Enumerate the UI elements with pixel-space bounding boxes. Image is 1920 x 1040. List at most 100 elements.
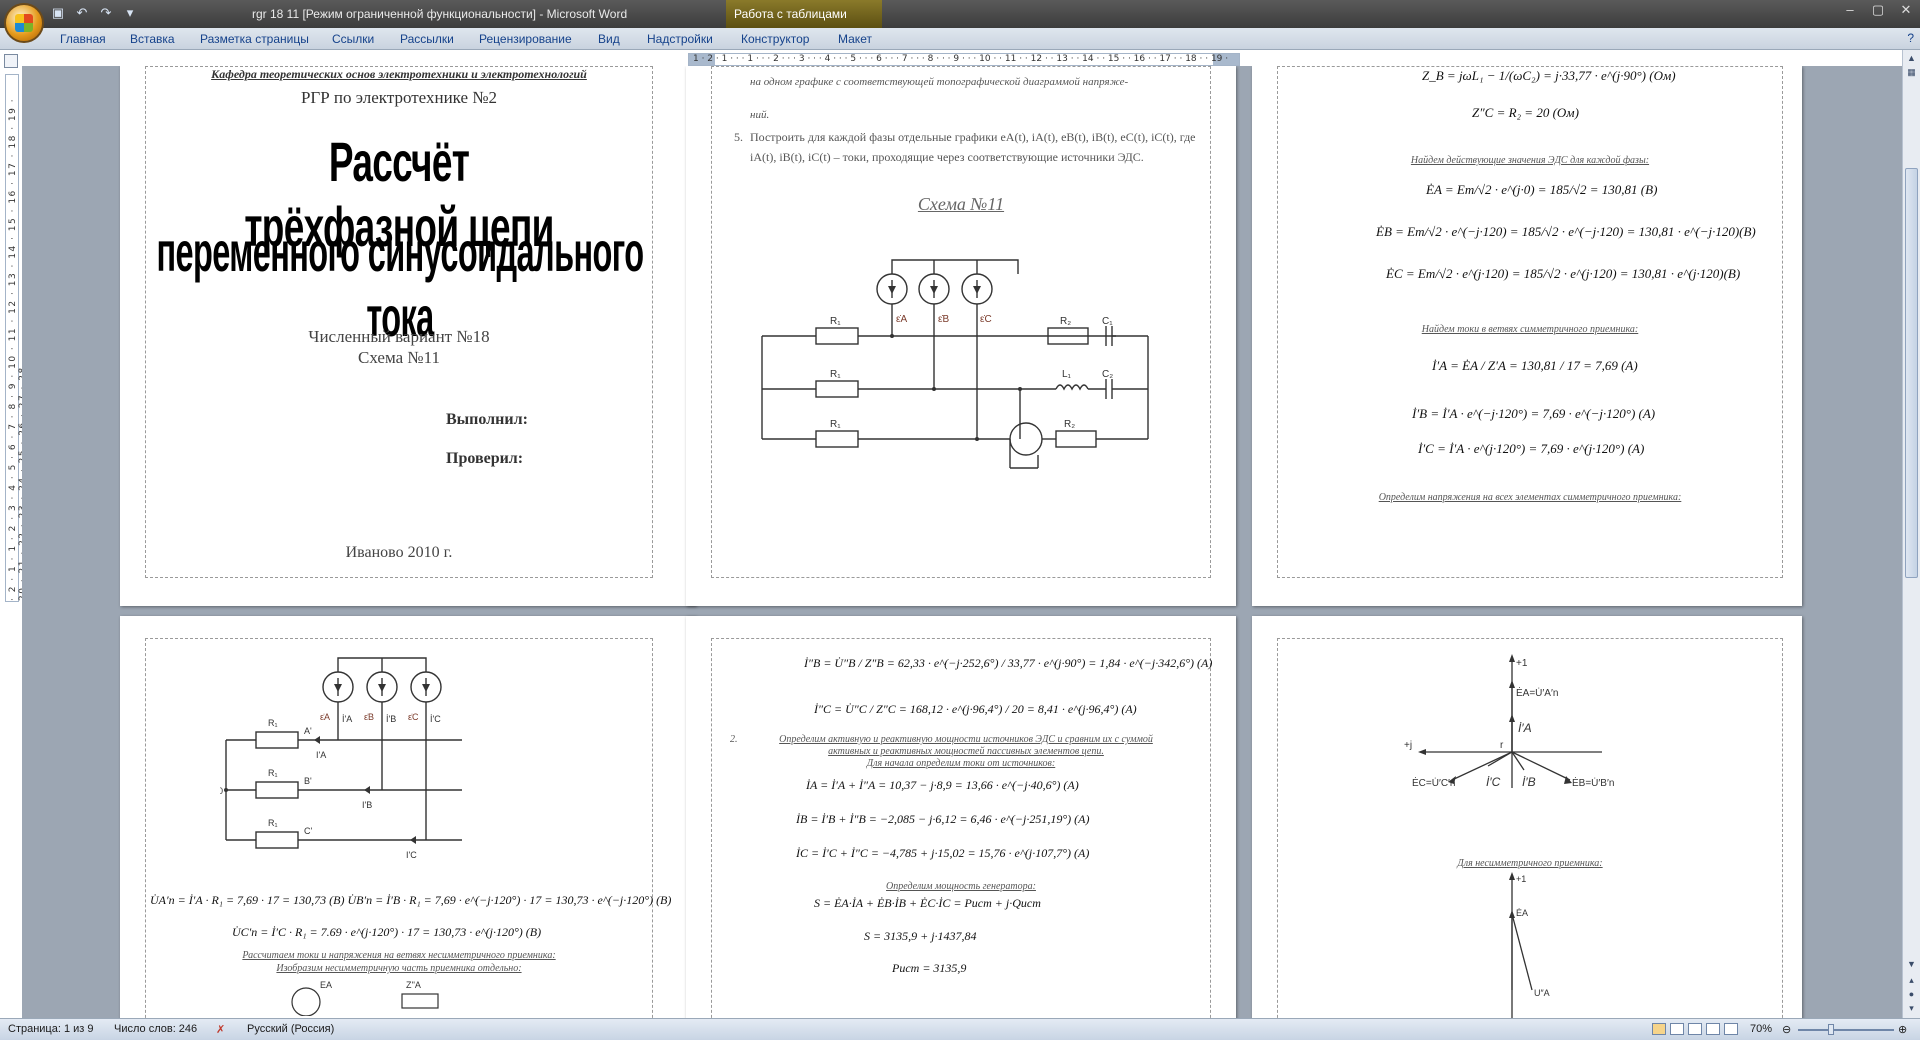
item5-text2: iA(t), iB(t), iC(t) – токи, проходящие ч…	[750, 150, 1144, 164]
scroll-thumb[interactable]	[1905, 168, 1918, 578]
p4-label-n: 0	[220, 786, 223, 796]
p2-label-r1b: R₁	[830, 369, 841, 380]
office-logo-icon	[15, 14, 33, 32]
tab-view[interactable]: Вид	[598, 31, 620, 48]
heading-source-currents: Для начала определим токи от источников:	[866, 758, 1056, 769]
formula-ib-total: İB = İ′B + İ″B = −2,085 − j·6,12 = 6,46 …	[796, 812, 1090, 826]
p2-label-c2: C₂	[1102, 369, 1113, 380]
language[interactable]: Русский (Россия)	[247, 1023, 334, 1035]
proofing-icon[interactable]: ✗	[216, 1023, 225, 1036]
page-4[interactable]: R₁ R₁ R₁ A' B' C' ε̇A ε̇B ε̇C İ'A İ'B İ'…	[120, 616, 696, 1018]
zoom-out-icon[interactable]: ⊖	[1782, 1023, 1791, 1036]
p4-label-r1b: R₁	[268, 768, 278, 778]
formula-ic-total: İC = İ′C + İ″C = −4,785 + j·15,02 = 15,7…	[796, 846, 1090, 860]
formula-ib2: İ″B = U̇″B / Z″B = 62,33 · e^(−j·252,6°)…	[804, 656, 1213, 670]
tab-page-layout[interactable]: Разметка страницы	[200, 31, 309, 48]
p2-label-r2b: R₂	[1064, 419, 1075, 430]
maximize-button[interactable]: ▢	[1864, 0, 1892, 20]
tab-home[interactable]: Главная	[60, 31, 106, 48]
p4-label-icp: I'C	[406, 850, 417, 860]
full-screen-reading-icon[interactable]	[1670, 1023, 1684, 1035]
p4-label-ibp: I'B	[362, 800, 372, 810]
p6b-axis-plus1: +1	[1516, 874, 1526, 884]
page-1[interactable]: Кафедра теоретических основ электротехни…	[120, 66, 696, 606]
word-count[interactable]: Число слов: 246	[114, 1023, 197, 1035]
scheme-title: Схема №11	[917, 194, 1005, 214]
done-by-label: Выполнил:	[446, 411, 528, 428]
heading-generator-power: Определим мощность генератора:	[886, 881, 1036, 892]
draft-view-icon[interactable]	[1724, 1023, 1738, 1035]
p4-label-r1c: R₁	[268, 818, 278, 828]
p4-label-eb: ε̇B	[364, 712, 374, 722]
formula-ucn: U̇C′n = İ′C · R₁ = 7.69 · e^(j·120°) · 1…	[232, 925, 542, 939]
tab-references[interactable]: Ссылки	[332, 31, 374, 48]
page-count[interactable]: Страница: 1 из 9	[8, 1023, 94, 1035]
tab-addins[interactable]: Надстройки	[647, 31, 713, 48]
minimize-button[interactable]: –	[1836, 0, 1864, 20]
undo-icon[interactable]: ↶	[74, 5, 90, 21]
title-bar: ▣ ↶ ↷ ▾ rgr 18 11 [Режим ограниченной фу…	[0, 0, 1920, 28]
print-layout-view-icon[interactable]	[1652, 1023, 1666, 1035]
p2-label-r1a: R₁	[830, 316, 841, 327]
formula-zb: Z_B = jωL₁ − 1/(ωC₂) = j·33,77 · e^(j·90…	[1422, 68, 1676, 83]
tab-mailings[interactable]: Рассылки	[400, 31, 454, 48]
p6-axis-plusj: +j	[1404, 740, 1412, 751]
tab-review[interactable]: Рецензирование	[479, 31, 572, 48]
p2-label-ea: ε̇A	[896, 314, 907, 325]
page-5[interactable]: İ″B = U̇″B / Z″B = 62,33 · e^(−j·252,6°)…	[686, 616, 1236, 1018]
select-browse-object-button[interactable]: ●	[1905, 988, 1918, 1001]
zoom-level[interactable]: 70%	[1750, 1023, 1772, 1035]
circuit-diagram-symmetric: R₁ R₁ R₁ A' B' C' ε̇A ε̇B ε̇C İ'A İ'B İ'…	[220, 657, 462, 860]
tab-insert[interactable]: Вставка	[130, 31, 175, 48]
status-bar: Страница: 1 из 9 Число слов: 246 ✗ Русск…	[0, 1018, 1920, 1040]
p2-label-r2a: R₂	[1060, 316, 1071, 327]
scroll-down-button[interactable]: ▼	[1905, 958, 1918, 971]
scroll-up-button[interactable]: ▲	[1905, 52, 1918, 65]
vertical-scrollbar[interactable]: ▲ ▦ ▼ ▴ ● ▾	[1902, 50, 1920, 1018]
help-icon[interactable]: ?	[1907, 31, 1914, 45]
item5-text: Построить для каждой фазы отдельные граф…	[750, 130, 1196, 144]
ruler-toggle-icon[interactable]: ▦	[1905, 66, 1918, 79]
p4-label-iap: I'A	[316, 750, 326, 760]
save-icon[interactable]: ▣	[50, 5, 66, 21]
formula-uan-ubn: U̇A′n = İ′A · R₁ = 7,69 · 17 = 130,73 (В…	[150, 893, 672, 907]
zoom-in-icon[interactable]: ⊕	[1898, 1023, 1907, 1036]
redo-icon[interactable]: ↷	[98, 5, 114, 21]
office-button[interactable]	[4, 3, 44, 43]
customize-qat-icon[interactable]: ▾	[122, 5, 138, 21]
item2-text: Определим активную и реактивную мощности…	[779, 734, 1153, 745]
p2-label-eb: ε̇B	[938, 314, 949, 325]
p6-axis-plus1: +1	[1516, 658, 1528, 669]
page-2[interactable]: на одном графике с соответствующей топог…	[686, 66, 1236, 606]
tab-layout[interactable]: Макет	[838, 31, 872, 48]
horizontal-ruler[interactable]: 1 · 2 · 1 · · · 1 · · · 2 · · · 3 · · · …	[688, 53, 1240, 66]
outline-view-icon[interactable]	[1706, 1023, 1720, 1035]
zoom-slider[interactable]	[1798, 1029, 1894, 1031]
p6b-ea-label: ĖA	[1516, 908, 1528, 918]
formula-s-value: S = 3135,9 + j·1437,84	[864, 929, 977, 943]
document-area[interactable]: Кафедра теоретических основ электротехни…	[22, 66, 1902, 1018]
close-button[interactable]: ✕	[1892, 0, 1920, 20]
tab-selector-button[interactable]	[4, 54, 18, 68]
page2-line-a: на одном графике с соответствующей топог…	[750, 76, 1129, 88]
circuit-diagram-11: R₁ R₁ R₁ R₂ R₂ C₁ C₂ L₁ ε̇A ε̇B ε̇C	[761, 259, 1149, 469]
page-6[interactable]: +1 +j r ĖA=U̇′A′n İ′A ĖC=U̇′C′n İ′C İ′B …	[1252, 616, 1802, 1018]
partial-circuit: EA Z''A	[291, 980, 439, 1016]
formula-ia-total: İA = İ′A + İ″A = 10,37 − j·8,9 = 13,66 ·…	[806, 778, 1079, 792]
heading-voltages: Определим напряжения на всех элементах с…	[1378, 492, 1682, 503]
tab-design[interactable]: Конструктор	[741, 31, 809, 48]
zoom-slider-thumb[interactable]	[1828, 1024, 1834, 1035]
web-layout-icon[interactable]	[1688, 1023, 1702, 1035]
vertical-ruler[interactable]: · 2 · 1 · 1 · 2 · 3 · 4 · 5 · 6 · 7 · 8 …	[5, 74, 28, 602]
p4-label-c: C'	[304, 826, 312, 836]
heading-asym-draw: Изобразим несимметричную часть приемника…	[276, 963, 522, 974]
p4-label-r1a: R₁	[268, 718, 278, 728]
page-3[interactable]: Z_B = jωL₁ − 1/(ωC₂) = j·33,77 · e^(j·90…	[1252, 66, 1802, 606]
prev-page-button[interactable]: ▴	[1905, 974, 1918, 987]
formula-eb: ĖB = Em/√2 · e^(−j·120) = 185/√2 · e^(−j…	[1376, 224, 1756, 239]
view-buttons	[1652, 1023, 1738, 1035]
p4-label-za: Z''A	[406, 980, 421, 990]
formula-zc: Z″C = R₂ = 20 (Ом)	[1472, 105, 1579, 120]
next-page-button[interactable]: ▾	[1905, 1002, 1918, 1015]
p4-label-b: B'	[304, 776, 312, 786]
